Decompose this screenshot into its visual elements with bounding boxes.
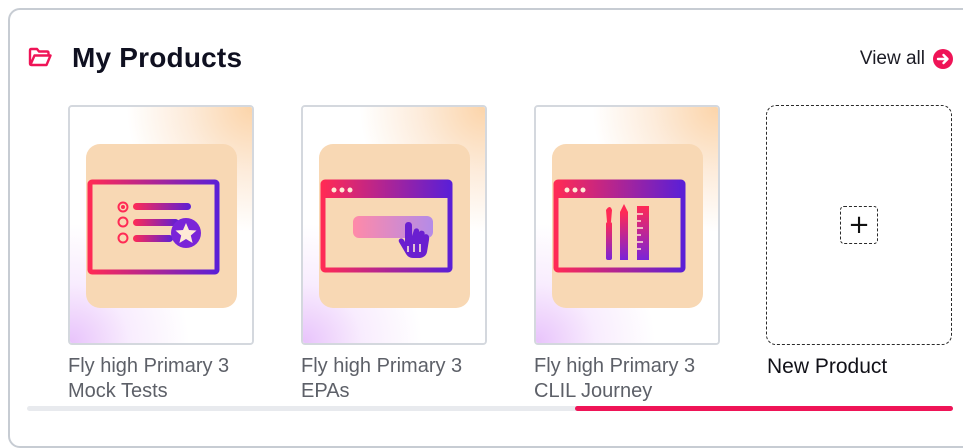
view-all-label: View all [859,48,925,69]
arrow-right-circle-icon [933,49,953,69]
horizontal-scrollbar-thumb[interactable] [575,406,953,411]
product-card-epas[interactable] [301,105,487,345]
product-card-clil-journey[interactable] [534,105,720,345]
new-product-card[interactable]: + [766,105,952,345]
new-product-label: New Product [767,355,888,378]
product-card-mock-tests[interactable] [68,105,254,345]
horizontal-scrollbar-track[interactable] [27,406,953,411]
folder-open-icon [28,47,52,67]
browser-art-tools-icon [553,179,686,273]
product-caption-epas: Fly high Primary 3 EPAs [301,355,463,402]
product-caption-mock-tests: Fly high Primary 3 Mock Tests [68,355,230,402]
mock-tests-list-star-icon [87,179,220,275]
product-caption-clil-journey: Fly high Primary 3 CLIL Journey [534,355,696,402]
section-title: My Products [72,42,243,73]
browser-click-hand-icon [320,179,453,273]
view-all-link[interactable]: View all [860,48,953,70]
plus-icon[interactable]: + [840,206,878,244]
